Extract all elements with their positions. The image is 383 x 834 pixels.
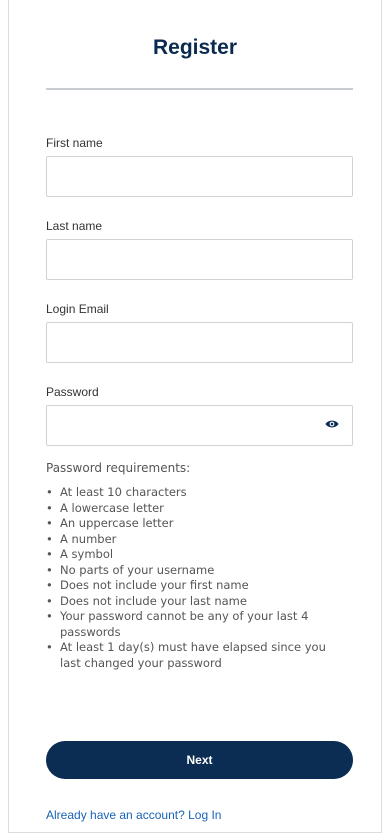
first-name-field[interactable] xyxy=(46,156,353,197)
first-name-label: First name xyxy=(46,136,103,150)
password-requirements-title: Password requirements: xyxy=(46,461,191,475)
password-label: Password xyxy=(46,385,99,399)
requirement-item: At least 10 characters xyxy=(46,485,336,501)
eye-icon[interactable] xyxy=(325,419,339,429)
requirement-item: Your password cannot be any of your last… xyxy=(46,609,336,640)
requirement-item: An uppercase letter xyxy=(46,516,336,532)
requirement-item: At least 1 day(s) must have elapsed sinc… xyxy=(46,640,336,671)
last-name-field[interactable] xyxy=(46,239,353,280)
requirement-item: A symbol xyxy=(46,547,336,563)
last-name-label: Last name xyxy=(46,219,103,233)
login-link[interactable]: Already have an account? Log In xyxy=(46,808,221,822)
requirement-item: A lowercase letter xyxy=(46,501,336,517)
password-requirements-list: At least 10 characters A lowercase lette… xyxy=(46,485,336,671)
login-email-field[interactable] xyxy=(46,322,353,363)
login-email-label: Login Email xyxy=(46,302,109,316)
page-title: Register xyxy=(152,36,238,59)
requirement-item: Does not include your last name xyxy=(46,594,336,610)
password-field[interactable] xyxy=(46,405,353,446)
register-card: Register First name Last name Login Emai… xyxy=(8,0,382,833)
requirement-item: No parts of your username xyxy=(46,563,336,579)
next-button[interactable]: Next xyxy=(46,741,353,779)
title-divider xyxy=(46,88,353,90)
requirement-item: Does not include your first name xyxy=(46,578,336,594)
requirement-item: A number xyxy=(46,532,336,548)
